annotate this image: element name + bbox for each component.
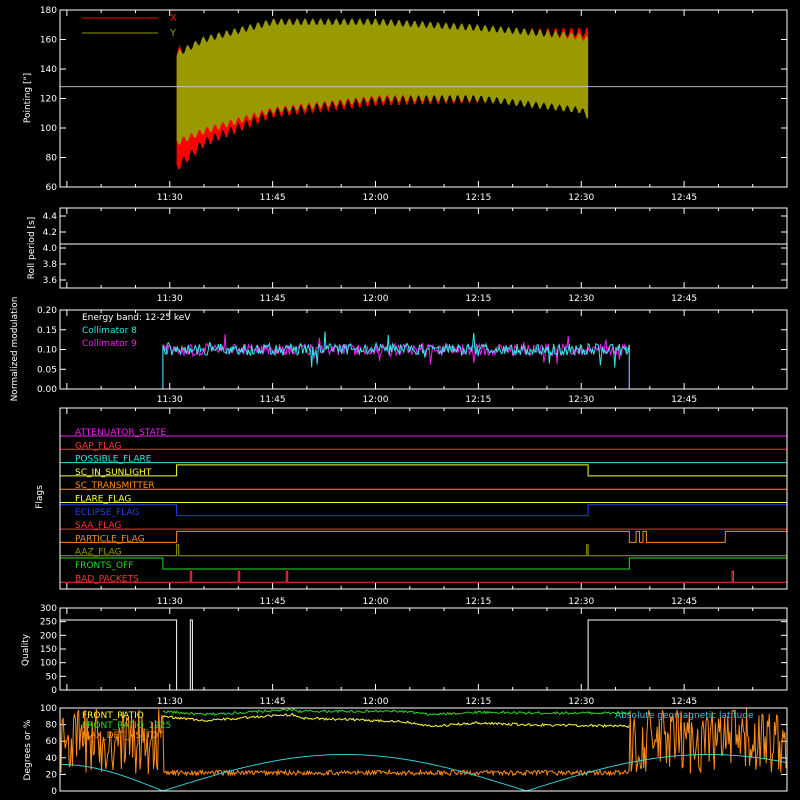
modulation-y-ticks-label: 0.10 bbox=[37, 346, 57, 356]
pointing-y-ticks-label: 160 bbox=[40, 36, 57, 46]
modulation-x-ticks-label: 11:30 bbox=[157, 395, 183, 405]
quality-y-ticks-label: 200 bbox=[40, 631, 57, 641]
pointing-y-ticks-label: 60 bbox=[46, 183, 58, 193]
quality-y-ticks-label: 150 bbox=[40, 645, 57, 655]
flags-x-ticks-label: 12:00 bbox=[363, 597, 389, 607]
flag-label-bad-packets: BAD_PACKETS bbox=[75, 574, 139, 584]
legend-collimator-9: Collimator 9 bbox=[82, 339, 137, 349]
flag-label-aaz-flag: AAZ_FLAG bbox=[75, 548, 122, 558]
modulation-y-ticks-label: 0.00 bbox=[37, 385, 57, 395]
legend-max-det-vs-tot: MAX_DET_VS_TOT bbox=[82, 731, 164, 741]
flags-ylabel: Flags bbox=[35, 485, 45, 509]
pointing-y-ticks-label: 100 bbox=[40, 124, 57, 134]
quality-x-ticks-label: 12:30 bbox=[568, 697, 594, 707]
ratios-y-ticks-label: 100 bbox=[40, 704, 57, 714]
quality-ylabel: Quality bbox=[21, 633, 31, 666]
quality-y-ticks-label: 100 bbox=[40, 659, 57, 669]
pointing-ylabel: Pointing ["] bbox=[23, 73, 33, 123]
quality-y-ticks-label: 50 bbox=[46, 672, 58, 682]
quality-x-ticks-label: 11:45 bbox=[260, 697, 286, 707]
flag-label-flare-flag: FLARE_FLAG bbox=[75, 495, 131, 505]
flags-x-ticks-label: 12:30 bbox=[568, 597, 594, 607]
flag-label-sc-in-sunlight: SC_IN_SUNLIGHT bbox=[75, 468, 152, 478]
roll-period-x-ticks-label: 12:15 bbox=[465, 294, 491, 304]
roll-period-x-ticks-label: 12:00 bbox=[363, 294, 389, 304]
flag-label-possible-flare: POSSIBLE_FLARE bbox=[75, 455, 152, 465]
pointing-x-ticks-label: 12:00 bbox=[363, 193, 389, 203]
modulation-ylabel: Normalized modulation bbox=[10, 297, 20, 402]
modulation-y-ticks-label: 0.20 bbox=[37, 306, 57, 316]
quality-x-ticks-label: 12:15 bbox=[465, 697, 491, 707]
ratios-y-ticks-label: 80 bbox=[46, 721, 58, 731]
roll-period-x-ticks-label: 12:30 bbox=[568, 294, 594, 304]
roll-period-y-ticks-label: 4.2 bbox=[43, 228, 57, 238]
legend-collimator-8: Collimator 8 bbox=[82, 326, 137, 336]
flags-x-ticks-label: 12:15 bbox=[465, 597, 491, 607]
modulation-x-ticks-label: 12:45 bbox=[671, 395, 697, 405]
modulation-y-ticks-label: 0.05 bbox=[37, 365, 57, 375]
flag-label-particle-flag: PARTICLE_FLAG bbox=[75, 534, 145, 544]
flags-x-ticks-label: 12:45 bbox=[671, 597, 697, 607]
modulation-x-ticks-label: 12:00 bbox=[363, 395, 389, 405]
ratios-y-ticks-label: 20 bbox=[46, 770, 58, 780]
roll-period-y-ticks-label: 3.6 bbox=[43, 276, 58, 286]
flag-label-eclipse-flag: ECLIPSE_FLAG bbox=[75, 508, 139, 518]
ratios-ylabel: Degrees or % bbox=[23, 719, 33, 780]
legend-front-ratio: FRONT_RATIO bbox=[82, 711, 144, 721]
ratios-y-ticks-label: 0 bbox=[51, 787, 57, 797]
flags-x-ticks-label: 11:45 bbox=[260, 597, 286, 607]
roll-period-x-ticks-label: 11:45 bbox=[260, 294, 286, 304]
pointing-x-ticks-label: 12:30 bbox=[568, 193, 594, 203]
quality-y-ticks-label: 300 bbox=[40, 604, 57, 614]
modulation-x-ticks-label: 12:30 bbox=[568, 395, 594, 405]
modulation-x-ticks-label: 11:45 bbox=[260, 395, 286, 405]
flag-label-gap-flag: GAP_FLAG bbox=[75, 441, 121, 451]
pointing-x-ticks-label: 12:15 bbox=[465, 193, 491, 203]
quality-x-ticks-label: 12:45 bbox=[671, 697, 697, 707]
orbit-summary-figure: 60 80 100 120 140 160 180 11:30 11:45 12:00 12:15… bbox=[0, 0, 800, 800]
quality-x-ticks-label: 11:30 bbox=[157, 697, 183, 707]
roll-period-y-ticks-label: 4.4 bbox=[43, 212, 58, 222]
flags-x-ticks-label: 11:30 bbox=[157, 597, 183, 607]
quality-x-ticks-label: 12:00 bbox=[363, 697, 389, 707]
pointing-y-ticks-label: 120 bbox=[40, 95, 57, 105]
modulation-y-ticks-label: 0.15 bbox=[37, 326, 57, 336]
legend-front-ratio-1225: FRONT_RATIO_1225 bbox=[82, 721, 171, 731]
pointing-y-ticks-label: 140 bbox=[40, 65, 57, 75]
ratios-y-ticks-label: 40 bbox=[46, 754, 58, 764]
flag-label-saa-flag: SAA_FLAG bbox=[75, 521, 121, 531]
roll-period-ylabel: Roll period [s] bbox=[27, 217, 37, 279]
legend-geomagnetic-latitude: Absolute geomagnetic latitude bbox=[615, 711, 754, 721]
legend-x-label: X bbox=[170, 13, 177, 24]
pointing-x-ticks-label: 11:30 bbox=[157, 193, 183, 203]
legend-y-label: Y bbox=[169, 28, 177, 39]
roll-period-y-ticks-label: 3.8 bbox=[43, 260, 58, 270]
pointing-y-ticks-label: 180 bbox=[40, 6, 57, 16]
modulation-x-ticks-label: 12:15 bbox=[465, 395, 491, 405]
roll-period-x-ticks-label: 12:45 bbox=[671, 294, 697, 304]
flag-label-fronts-off: FRONTS_OFF bbox=[75, 561, 133, 571]
pointing-x-ticks-label: 12:45 bbox=[671, 193, 697, 203]
flag-label-attenuator-state: ATTENUATOR_STATE bbox=[75, 428, 167, 438]
pointing-y-ticks-label: 80 bbox=[46, 154, 58, 164]
flag-label-sc-transmitter: SC_TRANSMITTER bbox=[75, 481, 155, 491]
pointing-x-ticks-label: 11:45 bbox=[260, 193, 286, 203]
quality-y-ticks-label: 250 bbox=[40, 618, 57, 628]
roll-period-y-ticks-label: 4.0 bbox=[43, 244, 58, 254]
ratios-y-ticks-label: 60 bbox=[46, 737, 58, 747]
roll-period-x-ticks-label: 11:30 bbox=[157, 294, 183, 304]
energy-band-annotation: Energy band: 12-25 keV bbox=[82, 313, 191, 323]
quality-y-ticks-label: 0 bbox=[51, 686, 57, 696]
